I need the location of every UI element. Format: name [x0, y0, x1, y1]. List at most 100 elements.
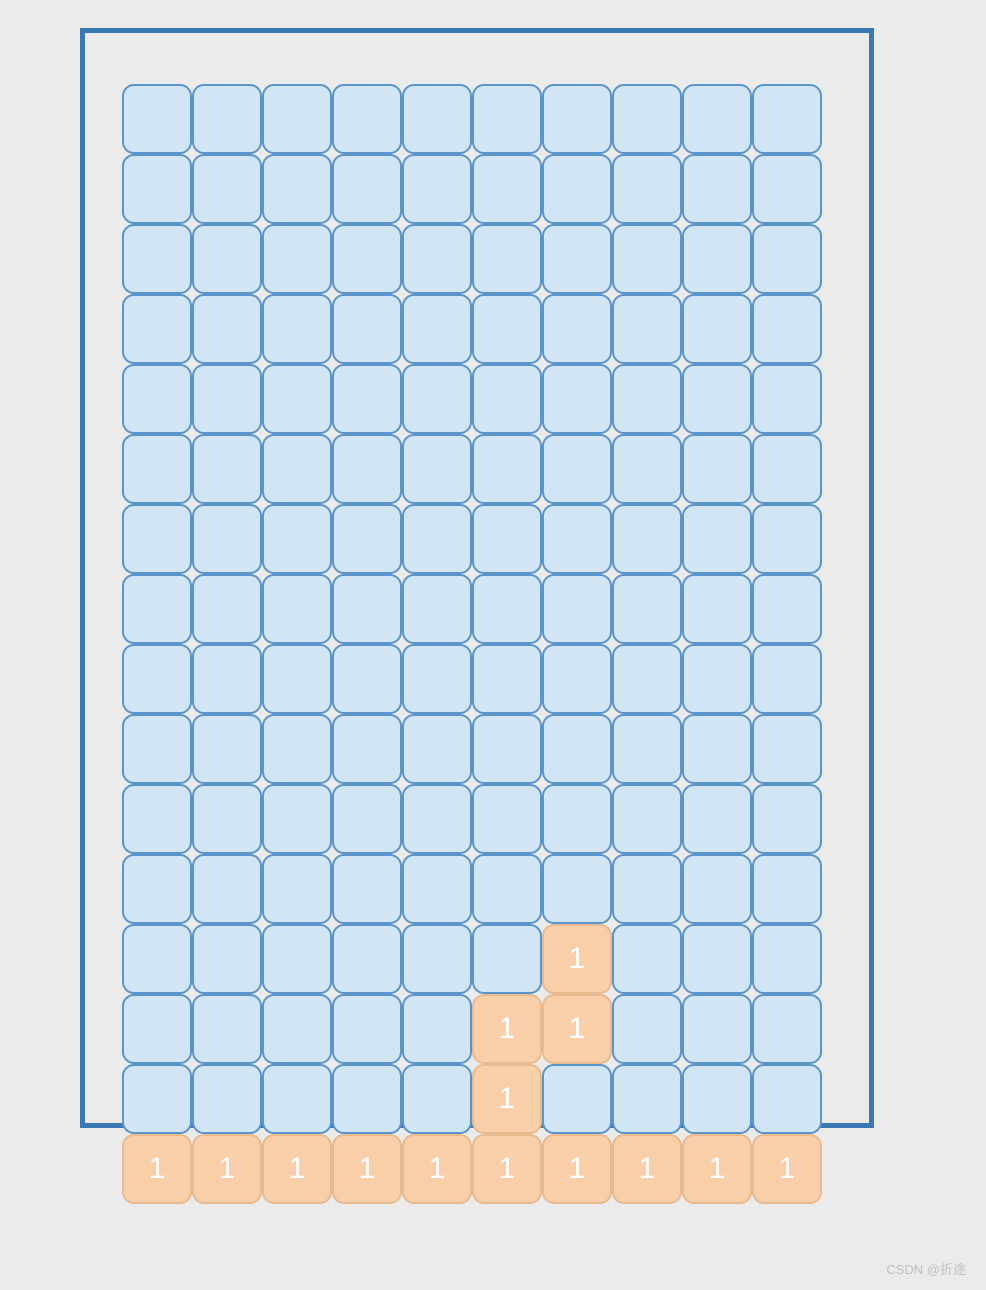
grid-cell-empty[interactable]: [472, 154, 542, 224]
grid-cell-empty[interactable]: [122, 854, 192, 924]
grid-cell-empty[interactable]: [122, 574, 192, 644]
grid-cell-empty[interactable]: [122, 154, 192, 224]
grid-cell-filled[interactable]: 1: [262, 1134, 332, 1204]
grid-cell-empty[interactable]: [122, 224, 192, 294]
grid-cell-filled[interactable]: 1: [542, 994, 612, 1064]
grid-cell-empty[interactable]: [332, 924, 402, 994]
grid-cell-empty[interactable]: [192, 994, 262, 1064]
grid-cell-empty[interactable]: [402, 714, 472, 784]
grid-cell-empty[interactable]: [122, 84, 192, 154]
grid-cell-empty[interactable]: [332, 84, 402, 154]
grid-cell-empty[interactable]: [542, 714, 612, 784]
grid-cell-empty[interactable]: [122, 364, 192, 434]
grid-cell-empty[interactable]: [332, 154, 402, 224]
grid-cell-empty[interactable]: [682, 364, 752, 434]
grid-cell-empty[interactable]: [402, 504, 472, 574]
grid-cell-filled[interactable]: 1: [192, 1134, 262, 1204]
grid-cell-empty[interactable]: [262, 784, 332, 854]
grid-cell-empty[interactable]: [752, 224, 822, 294]
grid-cell-filled[interactable]: 1: [542, 924, 612, 994]
grid-cell-empty[interactable]: [192, 224, 262, 294]
grid-cell-empty[interactable]: [542, 154, 612, 224]
grid-cell-empty[interactable]: [752, 924, 822, 994]
grid-cell-empty[interactable]: [682, 714, 752, 784]
grid-cell-empty[interactable]: [472, 224, 542, 294]
grid-cell-empty[interactable]: [752, 1064, 822, 1134]
grid-cell-empty[interactable]: [682, 924, 752, 994]
grid-cell-empty[interactable]: [612, 224, 682, 294]
grid-cell-empty[interactable]: [472, 504, 542, 574]
grid-cell-empty[interactable]: [332, 644, 402, 714]
grid-cell-empty[interactable]: [612, 504, 682, 574]
grid-cell-empty[interactable]: [402, 574, 472, 644]
grid-cell-empty[interactable]: [612, 294, 682, 364]
grid-cell-empty[interactable]: [682, 854, 752, 924]
grid-cell-empty[interactable]: [612, 84, 682, 154]
grid-cell-empty[interactable]: [682, 994, 752, 1064]
grid-cell-empty[interactable]: [122, 434, 192, 504]
grid-cell-empty[interactable]: [682, 84, 752, 154]
grid-cell-empty[interactable]: [262, 294, 332, 364]
grid-cell-empty[interactable]: [332, 504, 402, 574]
grid-cell-empty[interactable]: [402, 784, 472, 854]
grid-cell-empty[interactable]: [192, 294, 262, 364]
grid-cell-empty[interactable]: [542, 574, 612, 644]
grid-cell-empty[interactable]: [122, 294, 192, 364]
grid-cell-empty[interactable]: [262, 224, 332, 294]
grid-cell-empty[interactable]: [192, 644, 262, 714]
grid-cell-empty[interactable]: [332, 714, 402, 784]
grid-cell-empty[interactable]: [542, 1064, 612, 1134]
grid-cell-empty[interactable]: [542, 504, 612, 574]
grid-cell-empty[interactable]: [192, 434, 262, 504]
grid-cell-empty[interactable]: [682, 504, 752, 574]
grid-cell-empty[interactable]: [542, 84, 612, 154]
grid-cell-empty[interactable]: [542, 854, 612, 924]
grid-cell-empty[interactable]: [682, 294, 752, 364]
grid-cell-empty[interactable]: [612, 364, 682, 434]
grid-cell-empty[interactable]: [262, 574, 332, 644]
grid-cell-empty[interactable]: [402, 224, 472, 294]
grid-cell-empty[interactable]: [682, 784, 752, 854]
game-board[interactable]: 11111111111111: [122, 84, 822, 1204]
grid-cell-empty[interactable]: [612, 1064, 682, 1134]
grid-cell-empty[interactable]: [752, 994, 822, 1064]
grid-cell-filled[interactable]: 1: [542, 1134, 612, 1204]
grid-cell-empty[interactable]: [332, 1064, 402, 1134]
grid-cell-empty[interactable]: [192, 504, 262, 574]
grid-cell-empty[interactable]: [472, 84, 542, 154]
grid-cell-empty[interactable]: [472, 644, 542, 714]
grid-cell-empty[interactable]: [122, 784, 192, 854]
grid-cell-empty[interactable]: [262, 994, 332, 1064]
grid-cell-empty[interactable]: [332, 854, 402, 924]
grid-cell-empty[interactable]: [192, 84, 262, 154]
grid-cell-empty[interactable]: [752, 504, 822, 574]
grid-cell-empty[interactable]: [612, 854, 682, 924]
grid-cell-empty[interactable]: [542, 434, 612, 504]
grid-cell-empty[interactable]: [752, 154, 822, 224]
grid-cell-empty[interactable]: [542, 224, 612, 294]
grid-cell-empty[interactable]: [402, 994, 472, 1064]
grid-cell-filled[interactable]: 1: [612, 1134, 682, 1204]
grid-cell-empty[interactable]: [402, 154, 472, 224]
grid-cell-empty[interactable]: [332, 294, 402, 364]
grid-cell-empty[interactable]: [752, 364, 822, 434]
grid-cell-empty[interactable]: [472, 434, 542, 504]
grid-cell-empty[interactable]: [682, 154, 752, 224]
grid-cell-empty[interactable]: [262, 1064, 332, 1134]
grid-cell-empty[interactable]: [472, 574, 542, 644]
grid-cell-empty[interactable]: [122, 644, 192, 714]
grid-cell-empty[interactable]: [192, 154, 262, 224]
grid-cell-empty[interactable]: [192, 854, 262, 924]
grid-cell-empty[interactable]: [192, 714, 262, 784]
grid-cell-filled[interactable]: 1: [402, 1134, 472, 1204]
grid-cell-empty[interactable]: [612, 574, 682, 644]
grid-cell-empty[interactable]: [472, 294, 542, 364]
grid-cell-filled[interactable]: 1: [472, 994, 542, 1064]
grid-cell-empty[interactable]: [192, 364, 262, 434]
grid-cell-empty[interactable]: [752, 294, 822, 364]
grid-cell-empty[interactable]: [402, 924, 472, 994]
grid-cell-empty[interactable]: [682, 434, 752, 504]
grid-cell-empty[interactable]: [262, 714, 332, 784]
grid-cell-filled[interactable]: 1: [332, 1134, 402, 1204]
grid-cell-empty[interactable]: [402, 434, 472, 504]
